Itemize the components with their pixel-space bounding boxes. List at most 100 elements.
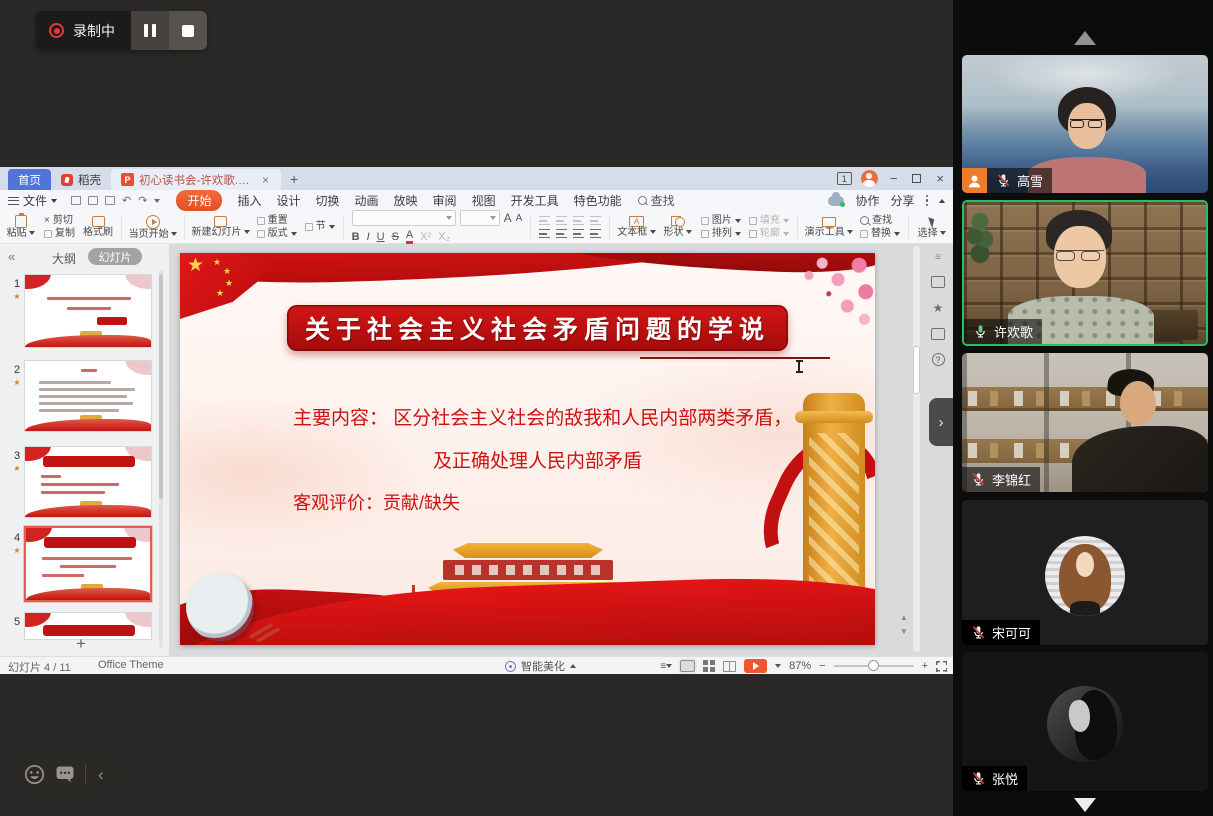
notes-icon[interactable]: ≡ — [660, 661, 672, 672]
smart-beautify-button[interactable]: 智能美化 — [505, 657, 576, 675]
slide-body-line2[interactable]: 及正确处理人民内部矛盾 — [433, 446, 642, 473]
slide-thumbnail-1[interactable] — [24, 274, 152, 348]
print-icon[interactable] — [88, 196, 98, 205]
collapse-ribbon-icon[interactable] — [939, 199, 945, 203]
customize-toolbar-icon[interactable] — [154, 199, 160, 203]
presentation-tools-button[interactable]: 演示工具 — [806, 212, 852, 243]
theme-name[interactable]: Office Theme — [98, 659, 164, 671]
slide-thumbnail-4-selected[interactable] — [24, 526, 152, 602]
zoom-slider[interactable] — [834, 665, 914, 667]
normal-view-button[interactable] — [680, 660, 695, 672]
align-justify-icon[interactable] — [590, 229, 601, 238]
zoom-in-button[interactable]: + — [922, 660, 928, 672]
slide-body-line1[interactable]: 主要内容： 区分社会主义社会的敌我和人民内部两类矛盾， — [293, 403, 792, 430]
paste-button[interactable]: 粘贴 — [6, 212, 36, 243]
tab-home[interactable]: 首页 — [8, 169, 51, 190]
replace-button[interactable]: 替换 — [860, 229, 900, 239]
save-icon[interactable] — [71, 196, 81, 205]
beautify-star-icon[interactable]: ★ — [933, 301, 944, 315]
ribbon-tab-animation[interactable]: 动画 — [355, 192, 379, 209]
scroll-down-icon[interactable] — [1074, 798, 1096, 812]
superscript-button[interactable]: X² — [420, 231, 431, 243]
reset-button[interactable]: 重置 — [257, 216, 297, 226]
shapes-button[interactable]: 形状 — [663, 212, 693, 243]
find-button[interactable]: 查找 — [860, 216, 900, 226]
pause-recording-button[interactable] — [131, 11, 169, 50]
account-avatar[interactable] — [861, 170, 878, 187]
align-center-icon[interactable] — [556, 229, 567, 238]
restore-button[interactable] — [909, 172, 924, 185]
more-options-icon[interactable] — [926, 195, 929, 207]
canvas-scrollbar[interactable] — [913, 246, 920, 652]
tab-outline[interactable]: 大纲 — [52, 250, 76, 267]
collapse-pane-icon[interactable]: ≡ — [935, 252, 941, 263]
fill-button[interactable]: 填充 — [749, 216, 789, 226]
reading-view-button[interactable] — [723, 661, 736, 672]
play-options-icon[interactable] — [775, 664, 781, 668]
select-button[interactable]: 选择 — [917, 212, 947, 243]
scroll-up-icon[interactable] — [1074, 31, 1096, 45]
arrange-button[interactable]: 排列 — [701, 229, 741, 239]
collapse-bar-icon[interactable]: ‹ — [96, 766, 106, 783]
tab-docer[interactable]: 稻壳 — [51, 169, 111, 190]
slide-sorter-view-button[interactable] — [703, 660, 715, 672]
slide-thumbnail-3[interactable] — [24, 446, 152, 518]
window-count-badge[interactable]: 1 — [837, 172, 852, 185]
zoom-level[interactable]: 87% — [789, 660, 811, 672]
new-tab-button[interactable]: + — [281, 171, 307, 187]
tab-slides[interactable]: 幻灯片 — [88, 248, 142, 265]
tab-document[interactable]: P 初心读书会-许欢歌.pptx × — [111, 169, 281, 190]
bold-button[interactable]: B — [352, 231, 360, 243]
ribbon-tab-transition[interactable]: 切换 — [316, 192, 340, 209]
copy-button[interactable]: 复制 — [44, 229, 75, 239]
participant-tile-1[interactable]: 高雪 — [962, 55, 1208, 193]
ribbon-tab-features[interactable]: 特色功能 — [574, 192, 622, 209]
participant-tile-3[interactable]: 李锦红 — [962, 353, 1208, 492]
slide-thumbnail-5[interactable] — [24, 612, 152, 640]
cut-button[interactable]: ×剪切 — [44, 216, 75, 226]
file-menu[interactable]: 文件 — [0, 192, 65, 209]
undo-icon[interactable]: ↶ — [122, 194, 131, 207]
textbox-button[interactable]: A 文本框 — [618, 212, 655, 243]
ribbon-tab-start[interactable]: 开始 — [176, 190, 222, 211]
cloud-sync-icon[interactable] — [828, 196, 844, 206]
fit-slide-icon[interactable] — [936, 661, 947, 672]
section-button[interactable]: 节 — [305, 222, 335, 232]
ribbon-tab-design[interactable]: 设计 — [276, 192, 300, 209]
close-tab-icon[interactable]: × — [260, 173, 271, 187]
previous-slide-icon[interactable]: ▲ — [900, 614, 908, 622]
underline-button[interactable]: U — [377, 231, 385, 243]
picture-button[interactable]: 图片 — [701, 216, 741, 226]
next-slide-icon[interactable]: ▼ — [900, 628, 908, 636]
pages-pane-icon[interactable] — [931, 328, 945, 340]
decrease-font-button[interactable]: A — [516, 213, 523, 224]
subscript-button[interactable]: X₂ — [438, 231, 450, 243]
properties-icon[interactable] — [931, 276, 945, 288]
font-size-select[interactable] — [460, 210, 500, 226]
strikethrough-button[interactable]: S — [392, 231, 399, 243]
collaborate-button[interactable]: 协作 — [855, 192, 879, 209]
play-from-current-button[interactable]: 当页开始 — [130, 212, 176, 243]
emoji-reactions-button[interactable] — [24, 764, 45, 785]
participant-tile-2-speaking[interactable]: 许欢歌 — [962, 200, 1208, 346]
format-painter-button[interactable]: 格式刷 — [83, 212, 113, 243]
numbering-icon[interactable] — [556, 216, 567, 225]
align-left-icon[interactable] — [539, 229, 550, 238]
stop-recording-button[interactable] — [169, 11, 207, 50]
participant-tile-5[interactable]: 张悦 — [962, 652, 1208, 791]
ribbon-tab-view[interactable]: 视图 — [472, 192, 496, 209]
chat-button[interactable] — [55, 765, 75, 784]
zoom-slider-knob[interactable] — [868, 660, 879, 671]
outline-button[interactable]: 轮廓 — [749, 229, 789, 239]
close-window-button[interactable]: × — [933, 172, 947, 185]
ribbon-tab-devtools[interactable]: 开发工具 — [511, 192, 559, 209]
preview-icon[interactable] — [105, 196, 115, 205]
slide-canvas[interactable]: ★ ★ ★ ★ ★ 关于社会主义社会矛盾问题的学说 主要内容： 区分社会主义社会… — [180, 253, 875, 645]
slideshow-play-button[interactable] — [744, 659, 767, 673]
ribbon-tab-review[interactable]: 审阅 — [433, 192, 457, 209]
increase-font-button[interactable]: A — [504, 211, 512, 225]
redo-icon[interactable]: ↷ — [138, 194, 147, 207]
layout-button[interactable]: 版式 — [257, 229, 297, 239]
indent-increase-icon[interactable] — [590, 216, 601, 225]
share-button[interactable]: 分享 — [890, 192, 914, 209]
